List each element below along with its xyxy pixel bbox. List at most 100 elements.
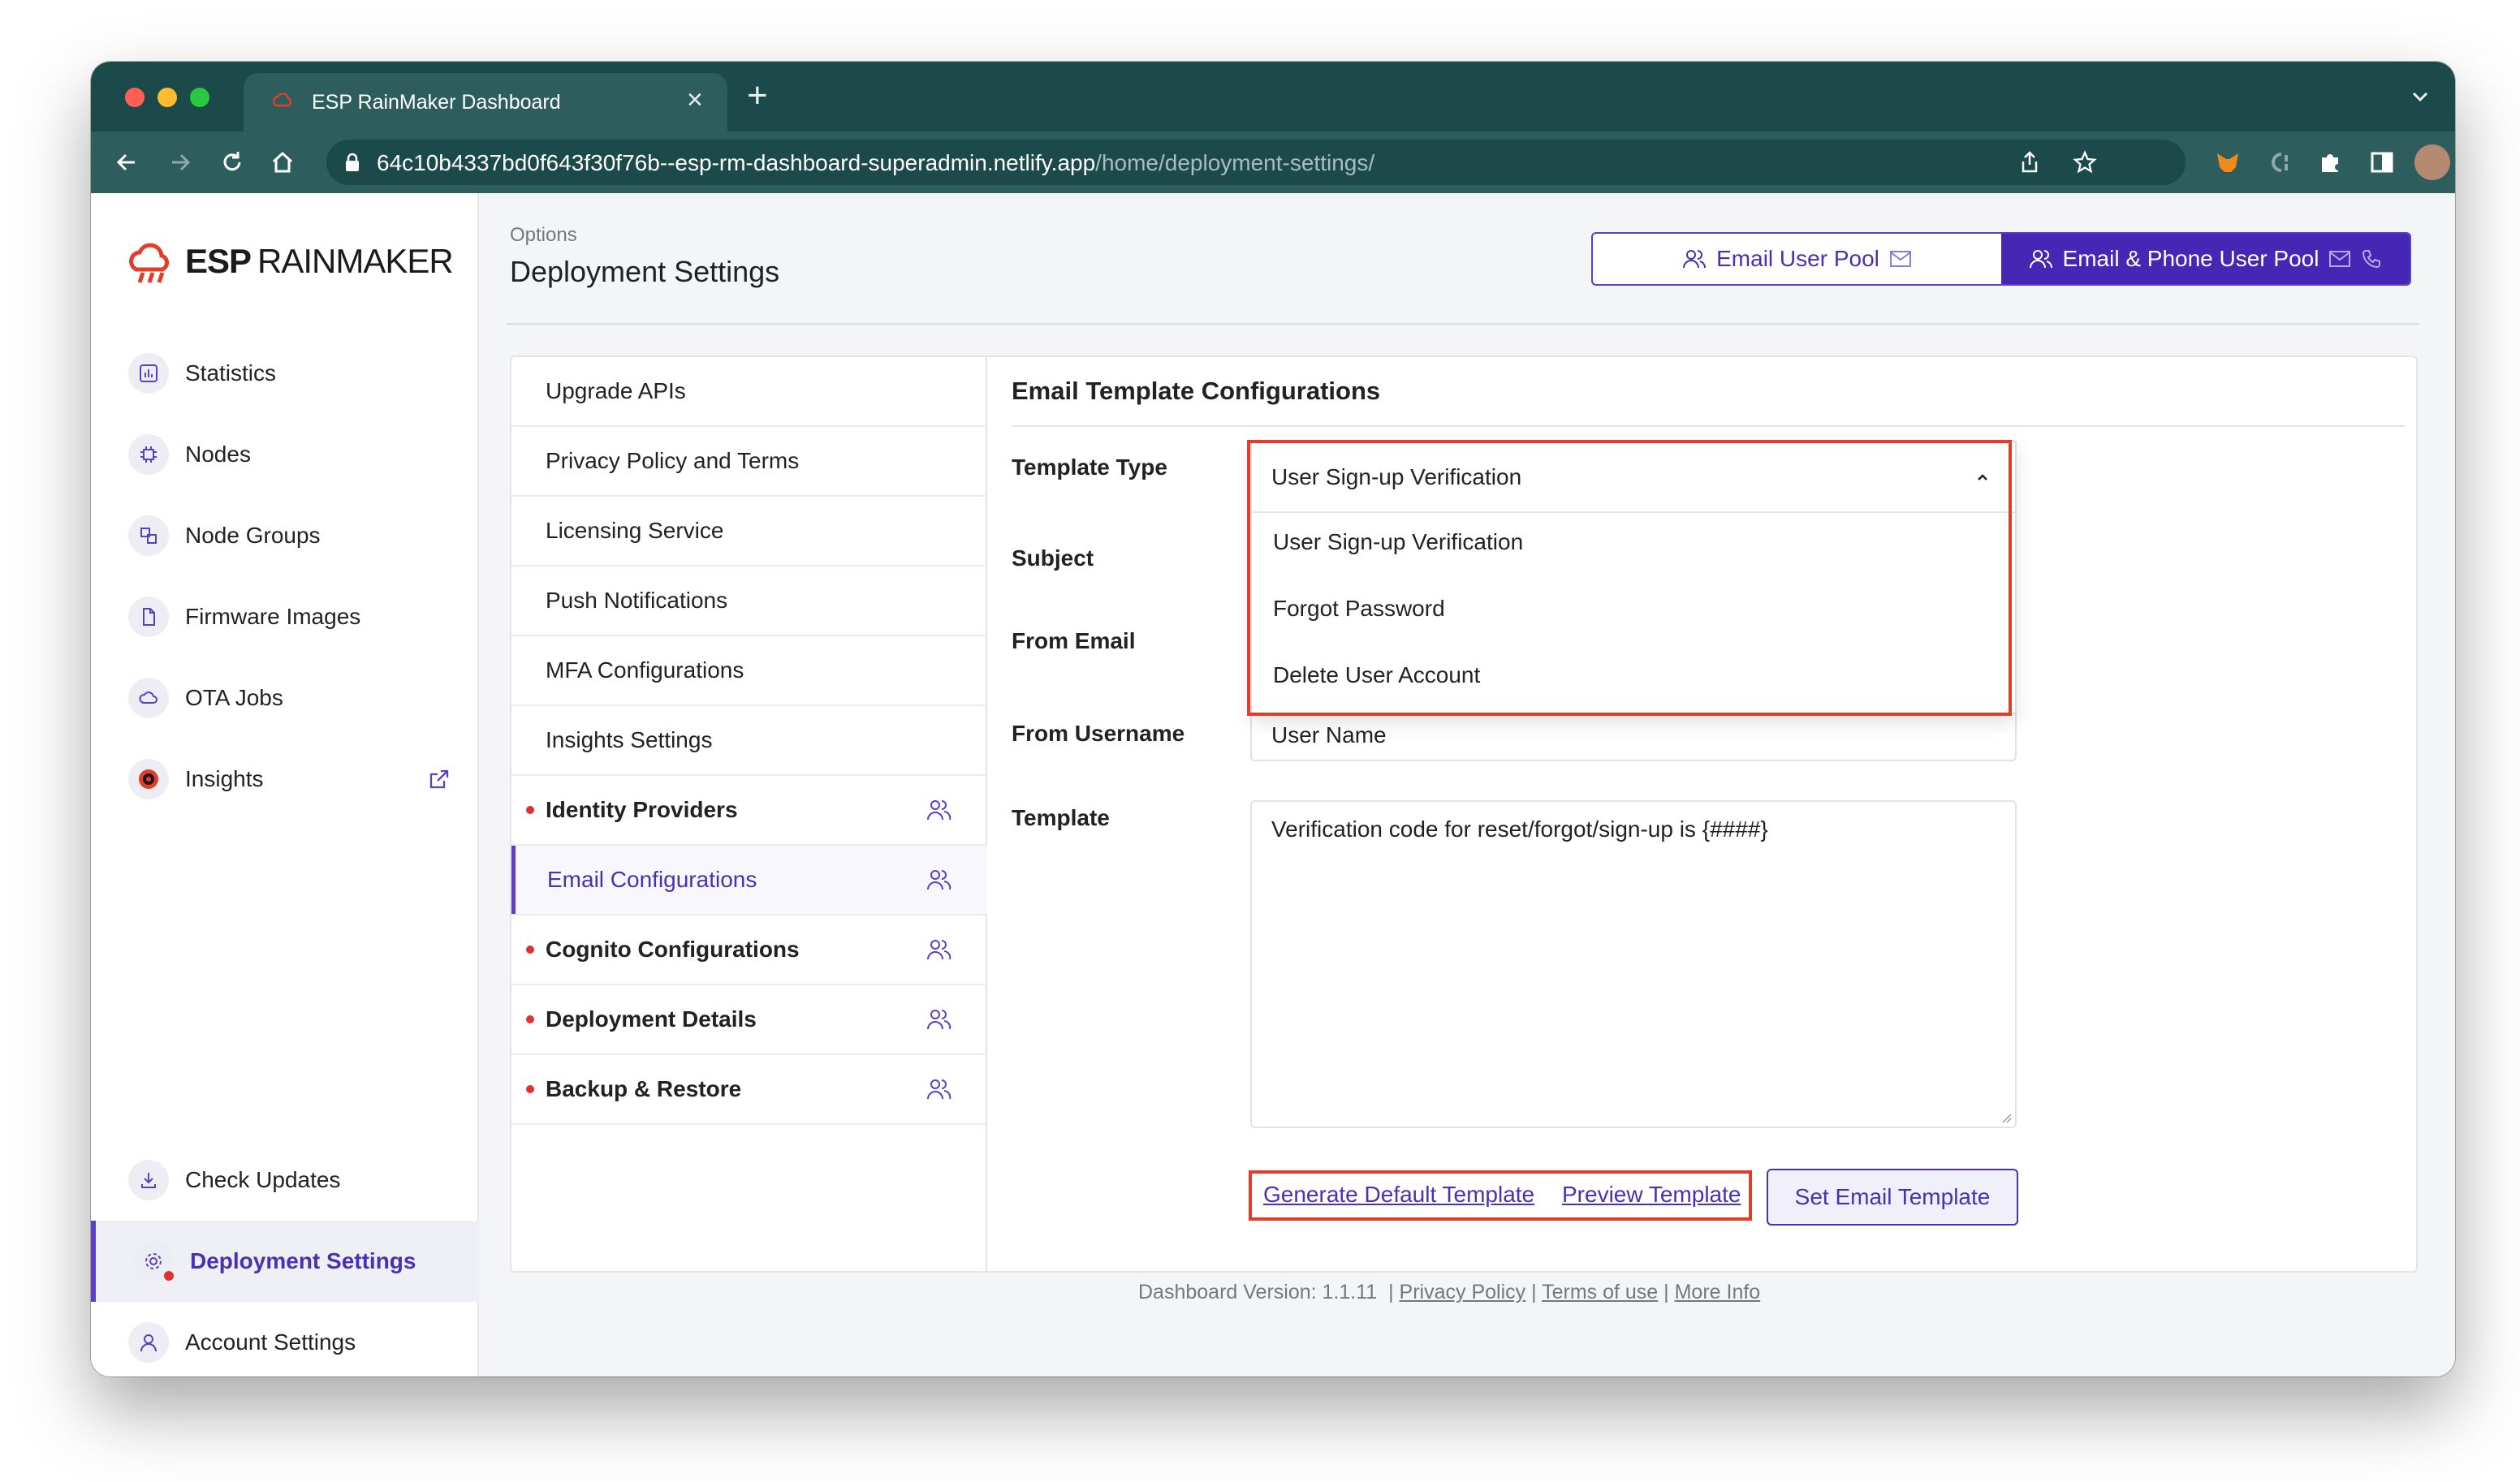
sidebar: ESP RAINMAKER Statistics Nodes Node Grou… <box>91 193 479 1376</box>
template-textarea[interactable]: Verification code for reset/forgot/sign-… <box>1250 800 2017 1128</box>
sidepanel-icon[interactable] <box>2367 148 2397 177</box>
maximize-window-button[interactable] <box>190 88 209 107</box>
template-label: Template <box>1012 805 1110 830</box>
download-icon <box>128 1160 169 1200</box>
settings-item-label: Cognito Configurations <box>546 937 800 962</box>
bar-chart-icon <box>128 353 169 394</box>
settings-item-label: Email Configurations <box>547 867 757 892</box>
chevron-down-icon[interactable] <box>2410 86 2431 107</box>
resize-handle-icon[interactable] <box>1999 1110 2012 1123</box>
links-highlight-box <box>1249 1170 1752 1221</box>
mail-icon <box>2329 251 2351 267</box>
notification-dot <box>164 1271 174 1281</box>
from-email-label: From Email <box>1012 628 1136 653</box>
browser-tab[interactable]: ESP RainMaker Dashboard × <box>244 73 727 131</box>
settings-item-label: Licensing Service <box>546 518 724 543</box>
share-icon[interactable] <box>2017 149 2043 175</box>
rainmaker-favicon-icon <box>272 93 292 107</box>
puzzle-icon[interactable] <box>2315 148 2345 177</box>
external-link-icon[interactable] <box>427 767 451 791</box>
sidebar-item-label: OTA Jobs <box>185 685 283 710</box>
sidebar-item-label: Account Settings <box>185 1329 356 1355</box>
settings-item-email-configurations[interactable]: Email Configurations <box>511 846 987 915</box>
settings-item-label: Backup & Restore <box>546 1076 742 1101</box>
sidebar-item-node-groups[interactable]: Node Groups <box>91 495 479 576</box>
rainmaker-cloud-icon <box>129 243 170 283</box>
sidebar-item-label: Node Groups <box>185 523 321 548</box>
extension-icon[interactable] <box>2265 148 2294 177</box>
back-arrow-icon[interactable] <box>112 148 141 177</box>
sidebar-item-check-updates[interactable]: Check Updates <box>91 1140 479 1221</box>
template-type-label: Template Type <box>1012 455 1167 480</box>
main-content: Options Deployment Settings Email User P… <box>479 193 2455 1376</box>
subject-label: Subject <box>1012 545 1094 571</box>
required-dot <box>526 946 534 954</box>
chip-icon <box>128 434 169 475</box>
terms-of-use-link[interactable]: Terms of use <box>1542 1281 1658 1303</box>
settings-item-label: Insights Settings <box>546 727 713 752</box>
header-divider <box>507 323 2419 325</box>
settings-item-privacy-policy[interactable]: Privacy Policy and Terms <box>511 427 987 497</box>
page-content: ESP RAINMAKER Statistics Nodes Node Grou… <box>91 193 2455 1376</box>
user-pool-toggle: Email User Pool Email & Phone User Pool <box>1591 232 2411 286</box>
sidebar-item-ota-jobs[interactable]: OTA Jobs <box>91 657 479 739</box>
required-dot <box>526 1085 534 1093</box>
settings-item-licensing-service[interactable]: Licensing Service <box>511 497 987 567</box>
metamask-extension-icon[interactable] <box>2213 148 2242 177</box>
profile-avatar[interactable] <box>2414 144 2450 180</box>
brand-rainmaker-text: RAINMAKER <box>257 242 454 280</box>
dropdown-highlight-box <box>1247 440 2012 716</box>
node-groups-icon <box>128 515 169 556</box>
sidebar-item-firmware-images[interactable]: Firmware Images <box>91 576 479 657</box>
from-username-label: From Username <box>1012 721 1185 746</box>
close-window-button[interactable] <box>125 88 145 107</box>
sidebar-item-insights[interactable]: Insights <box>91 739 479 820</box>
footer-separator: | <box>1388 1281 1394 1303</box>
settings-item-insights-settings[interactable]: Insights Settings <box>511 706 987 776</box>
reload-icon[interactable] <box>218 148 247 177</box>
email-template-form: Email Template Configurations Template T… <box>987 357 2416 1271</box>
lock-icon <box>346 153 359 171</box>
users-icon <box>2029 250 2052 269</box>
settings-item-label: Privacy Policy and Terms <box>546 448 800 473</box>
brand-logo[interactable]: ESP RAINMAKER <box>125 237 454 286</box>
users-icon <box>927 870 951 890</box>
sidebar-item-label: Insights <box>185 766 264 791</box>
sidebar-item-label: Statistics <box>185 360 277 386</box>
sidebar-item-label: Firmware Images <box>185 604 361 629</box>
email-user-pool-button[interactable]: Email User Pool <box>1593 234 2001 284</box>
privacy-policy-link[interactable]: Privacy Policy <box>1400 1281 1526 1303</box>
settings-item-deployment-details[interactable]: Deployment Details <box>511 985 987 1055</box>
browser-toolbar: 64c10b4337bd0f643f30f76b--esp-rm-dashboa… <box>91 131 2455 193</box>
sidebar-item-deployment-settings[interactable]: Deployment Settings <box>91 1221 479 1302</box>
sidebar-item-statistics[interactable]: Statistics <box>91 333 479 414</box>
forward-arrow-icon[interactable] <box>166 148 195 177</box>
set-email-template-button[interactable]: Set Email Template <box>1767 1169 2018 1226</box>
email-phone-user-pool-button[interactable]: Email & Phone User Pool <box>2001 234 2410 284</box>
new-tab-icon[interactable]: + <box>747 78 768 114</box>
url-text: 64c10b4337bd0f643f30f76b--esp-rm-dashboa… <box>377 150 1374 176</box>
bookmark-star-icon[interactable] <box>2072 149 2098 175</box>
settings-item-mfa-configurations[interactable]: MFA Configurations <box>511 636 987 706</box>
home-icon[interactable] <box>268 148 297 177</box>
settings-item-cognito-configurations[interactable]: Cognito Configurations <box>511 915 987 985</box>
set-email-template-label: Set Email Template <box>1794 1184 1991 1209</box>
settings-item-backup-restore[interactable]: Backup & Restore <box>511 1055 987 1125</box>
settings-item-upgrade-apis[interactable]: Upgrade APIs <box>511 357 987 427</box>
users-icon <box>927 800 951 821</box>
settings-item-identity-providers[interactable]: Identity Providers <box>511 776 987 846</box>
settings-item-label: Push Notifications <box>546 588 728 613</box>
settings-item-push-notifications[interactable]: Push Notifications <box>511 567 987 636</box>
users-icon <box>927 1010 951 1030</box>
more-info-link[interactable]: More Info <box>1675 1281 1761 1303</box>
sidebar-item-nodes[interactable]: Nodes <box>91 414 479 495</box>
settings-item-label: Identity Providers <box>546 797 738 822</box>
close-tab-icon[interactable]: × <box>687 86 703 114</box>
phone-icon <box>2362 250 2381 269</box>
file-icon <box>128 597 169 637</box>
sidebar-item-account-settings[interactable]: Account Settings <box>91 1302 479 1376</box>
insights-icon <box>128 759 169 799</box>
minimize-window-button[interactable] <box>158 88 177 107</box>
settings-item-label: Deployment Details <box>546 1006 757 1032</box>
address-bar[interactable]: 64c10b4337bd0f643f30f76b--esp-rm-dashboa… <box>326 140 2186 185</box>
